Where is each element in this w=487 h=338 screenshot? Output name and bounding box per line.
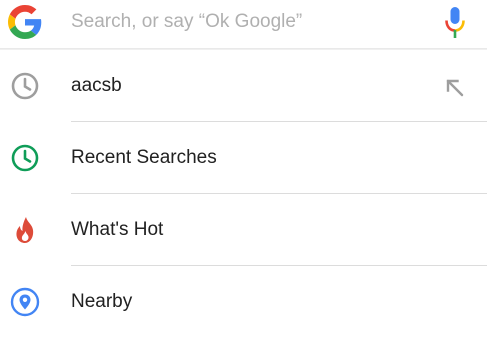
- suggestion-row-aacsb[interactable]: aacsb: [0, 50, 487, 122]
- suggestion-label: What's Hot: [71, 219, 164, 240]
- search-input[interactable]: [71, 7, 426, 37]
- suggestion-list: aacsb Recent Searches What's Hot Nearby: [0, 50, 487, 338]
- location-pin-icon: [10, 287, 40, 317]
- search-bar: [0, 0, 487, 48]
- suggestion-label: Nearby: [71, 291, 133, 312]
- fill-query-arrow-icon[interactable]: [441, 74, 467, 100]
- clock-icon: [11, 144, 39, 172]
- microphone-icon[interactable]: [443, 6, 467, 40]
- flame-icon: [16, 217, 34, 243]
- suggestion-row-nearby[interactable]: Nearby: [0, 266, 487, 338]
- google-g-logo-icon[interactable]: [8, 5, 42, 39]
- history-clock-icon: [11, 72, 39, 100]
- suggestion-row-whats-hot[interactable]: What's Hot: [0, 194, 487, 266]
- suggestion-label: aacsb: [71, 75, 122, 96]
- suggestion-label: Recent Searches: [71, 147, 217, 168]
- suggestion-row-recent-searches[interactable]: Recent Searches: [0, 122, 487, 194]
